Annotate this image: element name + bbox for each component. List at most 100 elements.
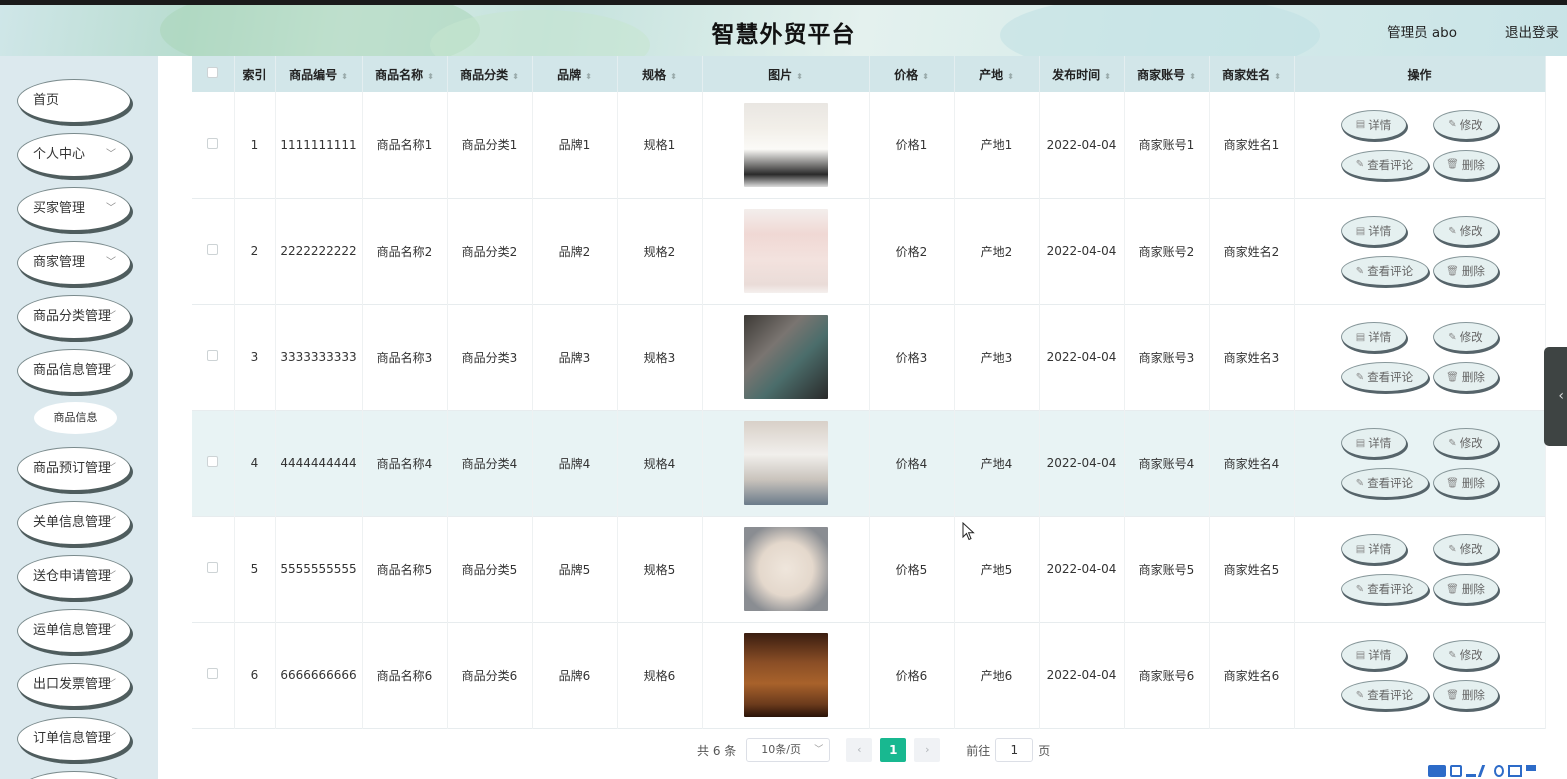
sidebar-item[interactable]: 商品分类管理 ﹀: [18, 296, 130, 338]
detail-button[interactable]: ▤ 详情: [1341, 429, 1406, 457]
page-number-current[interactable]: 1: [880, 738, 907, 762]
column-header[interactable]: 品牌 ⬍: [532, 56, 618, 92]
sort-icon[interactable]: ⬍: [1007, 72, 1014, 81]
row-checkbox[interactable]: [207, 244, 219, 255]
column-header[interactable]: 图片 ⬍: [702, 56, 870, 92]
delete-button[interactable]: 🗑 删除: [1433, 575, 1498, 603]
view-comments-button[interactable]: ✎ 查看评论: [1341, 575, 1428, 603]
edit-button[interactable]: ✎ 修改: [1433, 323, 1498, 351]
sort-icon[interactable]: ⬍: [796, 72, 803, 81]
delete-button[interactable]: 🗑 删除: [1433, 150, 1498, 179]
delete-label: 删除: [1461, 476, 1485, 490]
row-checkbox[interactable]: [207, 668, 219, 679]
delete-label: 删除: [1461, 688, 1485, 702]
detail-button[interactable]: ▤ 详情: [1341, 217, 1406, 245]
product-image[interactable]: [743, 527, 828, 611]
view-comments-button[interactable]: ✎ 查看评论: [1341, 469, 1428, 497]
view-comments-button[interactable]: ✎ 查看评论: [1341, 257, 1428, 285]
sidebar-item[interactable]: [18, 772, 130, 779]
sort-icon[interactable]: ⬍: [1104, 72, 1111, 81]
column-header[interactable]: 规格 ⬍: [617, 56, 703, 92]
ime-toolbar[interactable]: [1428, 762, 1567, 779]
edit-button[interactable]: ✎ 修改: [1433, 429, 1498, 457]
ime-punct-icon: [1466, 765, 1476, 777]
column-header[interactable]: 价格 ⬍: [869, 56, 955, 92]
delete-button[interactable]: 🗑 删除: [1433, 363, 1498, 391]
sort-icon[interactable]: ⬍: [1189, 72, 1196, 81]
product-image[interactable]: [743, 421, 828, 505]
product-image[interactable]: [743, 633, 828, 717]
row-checkbox[interactable]: [207, 456, 219, 467]
delete-button[interactable]: 🗑 删除: [1433, 257, 1498, 285]
sort-icon[interactable]: ⬍: [512, 72, 519, 81]
table-row[interactable]: 2 2222222222 商品名称2 商品分类2 品牌2 规格2 价格2 产地2 2022-04…: [192, 198, 1546, 304]
row-checkbox[interactable]: [207, 137, 219, 149]
goto-page-input[interactable]: 1: [995, 738, 1034, 762]
table-row[interactable]: 4 4444444444 商品名称4 商品分类4 品牌4 规格4 价格4 产地4 2022-04…: [192, 410, 1546, 516]
sort-icon[interactable]: ⬍: [922, 72, 929, 81]
cell-category: 商品分类2: [447, 198, 533, 304]
column-header-label: 图片: [768, 67, 793, 82]
product-image[interactable]: [743, 209, 828, 293]
table-row[interactable]: 5 5555555555 商品名称5 商品分类5 品牌5 规格5 价格5 产地5 2022-04…: [192, 516, 1546, 622]
sidebar-item[interactable]: 送仓申请管理 ﹀: [18, 556, 130, 598]
chevron-down-icon: ﹀: [106, 679, 116, 690]
sidebar-item[interactable]: 出口发票管理 ﹀: [18, 664, 130, 706]
column-header[interactable]: 商品分类 ⬍: [447, 56, 533, 92]
view-comments-button[interactable]: ✎ 查看评论: [1341, 150, 1428, 179]
sort-icon[interactable]: ⬍: [585, 72, 592, 81]
view-comments-button[interactable]: ✎ 查看评论: [1341, 681, 1428, 709]
prev-page-button[interactable]: ‹: [846, 738, 873, 762]
column-header[interactable]: 发布时间 ⬍: [1039, 56, 1125, 92]
table-row[interactable]: 6 6666666666 商品名称6 商品分类6 品牌6 规格6 价格6 产地6 2022-04…: [192, 622, 1546, 728]
sidebar-item[interactable]: 运单信息管理 ﹀: [18, 610, 130, 652]
sidebar-item[interactable]: 商家管理 ﹀: [18, 242, 130, 284]
sidebar-item[interactable]: 商品信息管理 ﹀: [18, 350, 130, 392]
cell-select: [192, 516, 235, 622]
delete-button[interactable]: 🗑 删除: [1433, 681, 1498, 709]
table-row[interactable]: 1 1111111111 商品名称1 商品分类1 品牌1 规格1 价格1 产地1 2022-04…: [192, 92, 1546, 198]
delete-button[interactable]: 🗑 删除: [1433, 469, 1498, 497]
column-header[interactable]: 商家账号 ⬍: [1124, 56, 1210, 92]
detail-button[interactable]: ▤ 详情: [1341, 641, 1406, 669]
sort-icon[interactable]: ⬍: [427, 72, 434, 81]
detail-button[interactable]: ▤ 详情: [1341, 110, 1406, 139]
page-suffix: 页: [1038, 743, 1051, 758]
sidebar-item[interactable]: 商品预订管理 ﹀: [18, 448, 130, 490]
edit-button[interactable]: ✎ 修改: [1433, 217, 1498, 245]
sidebar-subitem-product-info[interactable]: 商品信息: [34, 402, 117, 434]
edit-button[interactable]: ✎ 修改: [1433, 641, 1498, 669]
sidebar-item[interactable]: 首页: [18, 80, 130, 122]
table-row[interactable]: 3 3333333333 商品名称3 商品分类3 品牌3 规格3 价格3 产地3 2022-04…: [192, 304, 1546, 410]
sort-icon[interactable]: ⬍: [1274, 72, 1281, 81]
sidebar-item[interactable]: 订单信息管理 ﹀: [18, 718, 130, 760]
sidebar-item-label: 关单信息管理: [33, 515, 112, 530]
product-image[interactable]: [743, 102, 828, 187]
column-header[interactable]: 产地 ⬍: [954, 56, 1040, 92]
sidebar-item[interactable]: 买家管理 ﹀: [18, 188, 130, 230]
detail-button[interactable]: ▤ 详情: [1341, 535, 1406, 563]
edit-button[interactable]: ✎ 修改: [1433, 535, 1498, 563]
side-drawer-toggle[interactable]: ‹: [1544, 347, 1567, 446]
trash-icon: 🗑: [1446, 371, 1459, 383]
trash-icon: 🗑: [1446, 477, 1459, 489]
next-page-button[interactable]: ›: [914, 738, 941, 762]
document-icon: ▤: [1355, 225, 1366, 237]
pencil-icon: ✎: [1355, 265, 1365, 277]
column-header[interactable]: 商家姓名 ⬍: [1209, 56, 1295, 92]
detail-button[interactable]: ▤ 详情: [1341, 323, 1406, 351]
edit-button[interactable]: ✎ 修改: [1433, 110, 1498, 139]
row-checkbox[interactable]: [207, 350, 219, 361]
sort-icon[interactable]: ⬍: [341, 72, 348, 81]
sort-icon[interactable]: ⬍: [670, 72, 677, 81]
view-comments-button[interactable]: ✎ 查看评论: [1341, 363, 1428, 391]
logout-link[interactable]: 退出登录: [1505, 21, 1559, 41]
page-size-select[interactable]: 10条/页 ﹀: [746, 738, 831, 762]
sidebar-item[interactable]: 个人中心 ﹀: [18, 134, 130, 176]
column-header[interactable]: 商品名称 ⬍: [362, 56, 448, 92]
select-all-checkbox[interactable]: [207, 67, 219, 78]
sidebar-item[interactable]: 关单信息管理 ﹀: [18, 502, 130, 544]
row-checkbox[interactable]: [207, 562, 219, 573]
column-header[interactable]: 商品编号 ⬍: [275, 56, 363, 92]
product-image[interactable]: [743, 315, 828, 399]
